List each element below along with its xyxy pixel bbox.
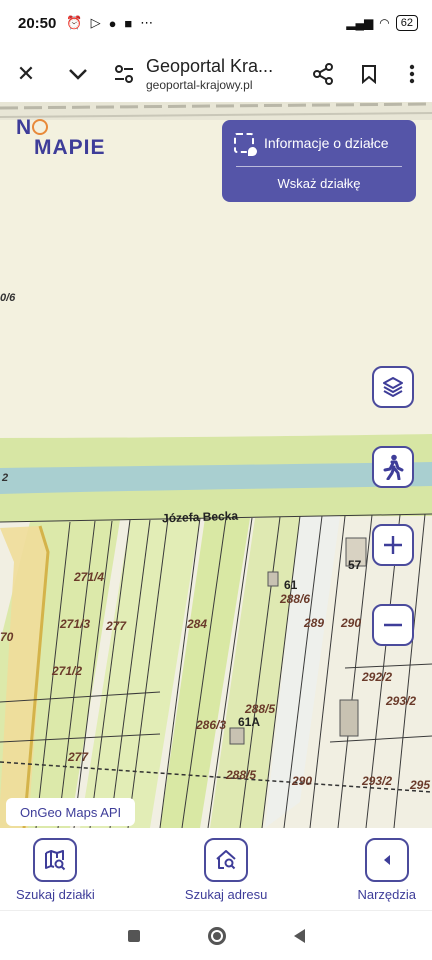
street-view-button[interactable] [372, 446, 414, 488]
alarm-icon: ⏰ [66, 15, 83, 30]
briefcase-icon: ■ [124, 15, 133, 31]
chevron-left-icon [364, 838, 409, 882]
plus-icon [384, 536, 402, 554]
point-parcel-button[interactable]: Wskaż działkę [222, 167, 416, 191]
search-parcel-button[interactable]: Szukaj działki [16, 828, 95, 910]
parcel-label: 290 [292, 774, 313, 788]
layers-button[interactable] [372, 366, 414, 408]
tools-button[interactable]: Narzędzia [357, 828, 416, 910]
more-menu-icon[interactable] [392, 46, 432, 102]
site-settings-icon[interactable] [104, 46, 144, 102]
close-icon[interactable]: ✕ [0, 46, 52, 102]
map-canvas[interactable]: 0/6 2 Józefa Becka 271/4 271/3 277 284 6… [0, 102, 432, 828]
system-status: ▂▄▆ ◠ 62 [346, 15, 418, 31]
bottom-nav: Szukaj działki Szukaj adresu Narzędzia [0, 828, 432, 910]
zoom-in-button[interactable] [372, 524, 414, 566]
parcel-label: 0/6 [0, 292, 16, 304]
parcel-info-title: Informacje o działce [264, 135, 389, 151]
chevron-down-icon[interactable] [52, 46, 104, 102]
parcel-label: 288/5 [226, 768, 257, 782]
map-search-icon [33, 838, 78, 882]
home-icon[interactable] [207, 926, 226, 945]
parcel-label: 293/2 [386, 694, 417, 708]
parcel-label: 277 [106, 619, 127, 633]
browser-toolbar: ✕ Geoportal Kra... geoportal-krajowy.pl [0, 46, 432, 102]
api-attribution[interactable]: OnGeo Maps API [6, 798, 136, 826]
pedestrian-icon [383, 454, 404, 480]
nav-label: Szukaj adresu [184, 887, 268, 902]
parcel-label: 271/4 [74, 570, 105, 584]
parcel-info-button[interactable]: Informacje o działce [222, 120, 416, 166]
parcel-label: 292/2 [362, 670, 393, 684]
parcel-label: 288/5 [245, 702, 276, 716]
parcel-label: 2 [2, 472, 9, 484]
parcel-label: 293/2 [362, 774, 393, 788]
parcel-label: 61 [284, 578, 298, 592]
zoom-out-button[interactable] [372, 604, 414, 646]
status-time: 20:50 [18, 14, 57, 32]
parcel-info-panel: Informacje o działce Wskaż działkę [222, 120, 416, 202]
parcel-label: 290 [341, 616, 362, 630]
parcel-label: 70 [0, 630, 14, 644]
notification-icons: ⏰ ▷ ● ■ ⋯ [66, 15, 153, 31]
parcel-label: 295 [410, 778, 431, 792]
select-area-icon [234, 133, 257, 156]
back-icon[interactable] [293, 928, 305, 943]
page-title: Geoportal Kra... [146, 56, 274, 76]
more-icon: ⋯ [140, 15, 154, 30]
home-search-icon [204, 838, 249, 882]
nav-label: Narzędzia [357, 887, 416, 902]
facebook-icon: ● [108, 15, 117, 31]
layers-icon [383, 377, 403, 397]
parcel-label: 288/6 [280, 592, 311, 606]
parcel-label: 271/3 [60, 617, 91, 631]
parcel-label: 61A [238, 715, 261, 729]
parcel-label: 286/3 [196, 718, 227, 732]
parcel-label: 271/2 [52, 664, 83, 678]
signal-icon: ▂▄▆ [346, 16, 374, 30]
bookmark-icon[interactable] [346, 46, 392, 102]
system-nav-bar [0, 910, 432, 960]
minus-icon [384, 623, 402, 627]
parcel-label: 277 [68, 750, 89, 764]
search-address-button[interactable]: Szukaj adresu [185, 828, 267, 910]
nomapie-logo: N MAPIE [16, 116, 106, 159]
recent-apps-icon[interactable] [127, 929, 140, 942]
page-url: geoportal-krajowy.pl [146, 78, 253, 92]
share-icon[interactable] [300, 46, 346, 102]
play-icon: ▷ [90, 15, 101, 30]
wifi-icon: ◠ [379, 16, 390, 30]
page-title-area[interactable]: Geoportal Kra... geoportal-krajowy.pl [144, 56, 300, 92]
status-bar: 20:50 ⏰ ▷ ● ■ ⋯ ▂▄▆ ◠ 62 [0, 0, 432, 46]
street-label: Józefa Becka [161, 508, 239, 526]
parcel-label: 289 [304, 616, 325, 630]
battery-icon: 62 [395, 15, 418, 31]
logo-ring-icon [32, 119, 49, 135]
nav-label: Szukaj działki [16, 887, 95, 902]
parcel-label: 57 [348, 558, 362, 572]
parcel-label: 284 [187, 617, 208, 631]
